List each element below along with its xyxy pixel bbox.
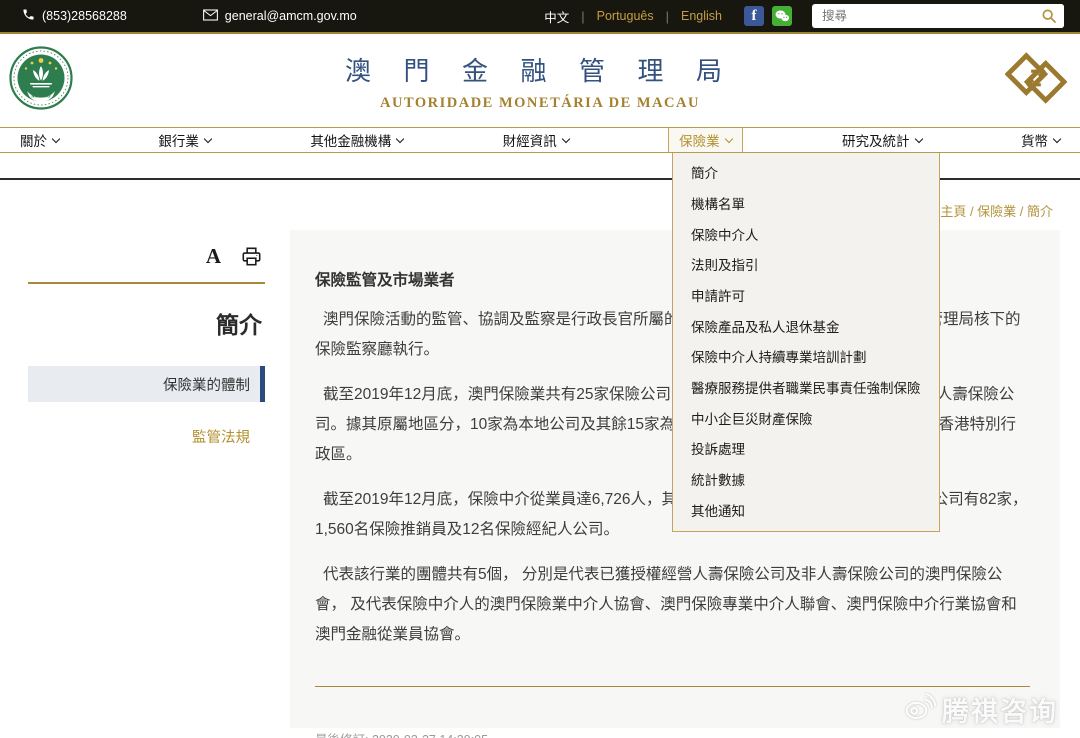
- menu-item-medical-liability-insurance[interactable]: 醫療服務提供者職業民事責任強制保險: [673, 372, 939, 403]
- weibo-watermark-icon: [903, 690, 937, 729]
- sidebar-section-title: 簡介: [28, 306, 265, 340]
- lang-portuguese[interactable]: Português: [597, 9, 654, 23]
- sidebar: A 簡介 保險業的體制 監管法規: [0, 230, 290, 728]
- search-box: [812, 4, 1064, 28]
- amcm-website-page: (853)28568288 general@amcm.gov.mo 中文 | P…: [0, 0, 1080, 738]
- page-tools: A: [28, 240, 265, 272]
- nav-item-banking[interactable]: 銀行業: [158, 128, 211, 152]
- watermark: 腾祺咨询: [903, 690, 1058, 729]
- menu-item-complaints-handling[interactable]: 投訴處理: [673, 433, 939, 464]
- search-icon[interactable]: [1034, 4, 1064, 28]
- nav-item-about[interactable]: 關於: [20, 128, 59, 152]
- chevron-down-icon: [561, 134, 569, 142]
- chevron-down-icon: [52, 134, 60, 142]
- watermark-text: 腾祺咨询: [942, 690, 1058, 729]
- chevron-down-icon: [1053, 134, 1061, 142]
- nav-item-financial-info[interactable]: 財經資訊: [503, 128, 569, 152]
- main-navigation: 關於 銀行業 其他金融機構 財經資訊 保險業 研究及統計 貨幣: [0, 127, 1080, 153]
- article-paragraph: 代表該行業的團體共有5個， 分別是代表已獲授權經營人壽保險公司及非人壽保險公司的…: [315, 560, 1030, 650]
- svg-text:MACAU: MACAU: [31, 94, 51, 100]
- menu-item-other-notices[interactable]: 其他通知: [673, 494, 939, 525]
- site-title-chinese: 澳 門 金 融 管 理 局: [345, 51, 735, 88]
- macau-government-emblem-icon[interactable]: MACAU: [9, 46, 73, 110]
- menu-item-cpd-programme[interactable]: 保險中介人持續專業培訓計劃: [673, 341, 939, 372]
- insurance-dropdown-menu: 簡介 機構名單 保險中介人 法則及指引 申請許可 保險產品及私人退休基金 保險中…: [672, 153, 940, 532]
- search-input[interactable]: [812, 9, 1034, 23]
- lang-chinese[interactable]: 中文: [544, 7, 569, 26]
- font-size-icon[interactable]: A: [206, 246, 221, 267]
- breadcrumb[interactable]: 主頁 / 保險業 / 簡介: [940, 204, 1053, 219]
- menu-item-insurance-products-pension-funds[interactable]: 保險產品及私人退休基金: [673, 310, 939, 341]
- wechat-icon[interactable]: [772, 6, 792, 26]
- chevron-down-icon: [914, 134, 922, 142]
- menu-item-insurance-intermediaries[interactable]: 保險中介人: [673, 218, 939, 249]
- email-address[interactable]: general@amcm.gov.mo: [225, 9, 357, 23]
- menu-item-application-licensing[interactable]: 申請許可: [673, 280, 939, 311]
- content-divider: [315, 686, 1030, 687]
- sidebar-item-regulations[interactable]: 監管法規: [28, 426, 265, 447]
- menu-item-institution-list[interactable]: 機構名單: [673, 188, 939, 219]
- sidebar-item-insurance-system[interactable]: 保險業的體制: [28, 366, 265, 402]
- phone-number: (853)28568288: [42, 9, 127, 23]
- email-contact[interactable]: general@amcm.gov.mo: [203, 9, 357, 24]
- menu-item-sme-catastrophe-insurance[interactable]: 中小企巨災財產保險: [673, 402, 939, 433]
- menu-item-statistics[interactable]: 統計數據: [673, 464, 939, 495]
- chevron-down-icon: [724, 134, 732, 142]
- phone-contact: (853)28568288: [22, 8, 127, 24]
- nav-item-other-financial-institutions[interactable]: 其他金融機構: [310, 128, 403, 152]
- phone-icon: [22, 8, 35, 24]
- chevron-down-icon: [396, 134, 404, 142]
- facebook-icon[interactable]: f: [744, 6, 764, 26]
- site-header: MACAU 澳 門 金 融 管 理 局 AUTORIDADE MONETÁRIA…: [0, 34, 1080, 127]
- nav-item-research-statistics[interactable]: 研究及統計: [842, 128, 922, 152]
- sidebar-divider: [28, 282, 265, 284]
- last-modified: 最後修訂: 2020-03-27 14:39:05: [315, 729, 1030, 738]
- mail-icon: [203, 9, 218, 24]
- menu-item-rules-guidelines[interactable]: 法則及指引: [673, 249, 939, 280]
- site-title-portuguese: AUTORIDADE MONETÁRIA DE MACAU: [345, 95, 735, 112]
- nav-item-currency[interactable]: 貨幣: [1021, 128, 1060, 152]
- amcm-emblem-icon[interactable]: [1005, 47, 1067, 109]
- menu-item-introduction[interactable]: 簡介: [673, 157, 939, 188]
- chevron-down-icon: [204, 134, 212, 142]
- top-bar: (853)28568288 general@amcm.gov.mo 中文 | P…: [0, 0, 1080, 34]
- print-icon[interactable]: [241, 247, 262, 266]
- language-switcher: 中文 | Português | English: [544, 7, 722, 26]
- lang-english[interactable]: English: [681, 9, 722, 23]
- site-title[interactable]: 澳 門 金 融 管 理 局 AUTORIDADE MONETÁRIA DE MA…: [345, 51, 735, 112]
- nav-item-insurance[interactable]: 保險業: [668, 128, 743, 152]
